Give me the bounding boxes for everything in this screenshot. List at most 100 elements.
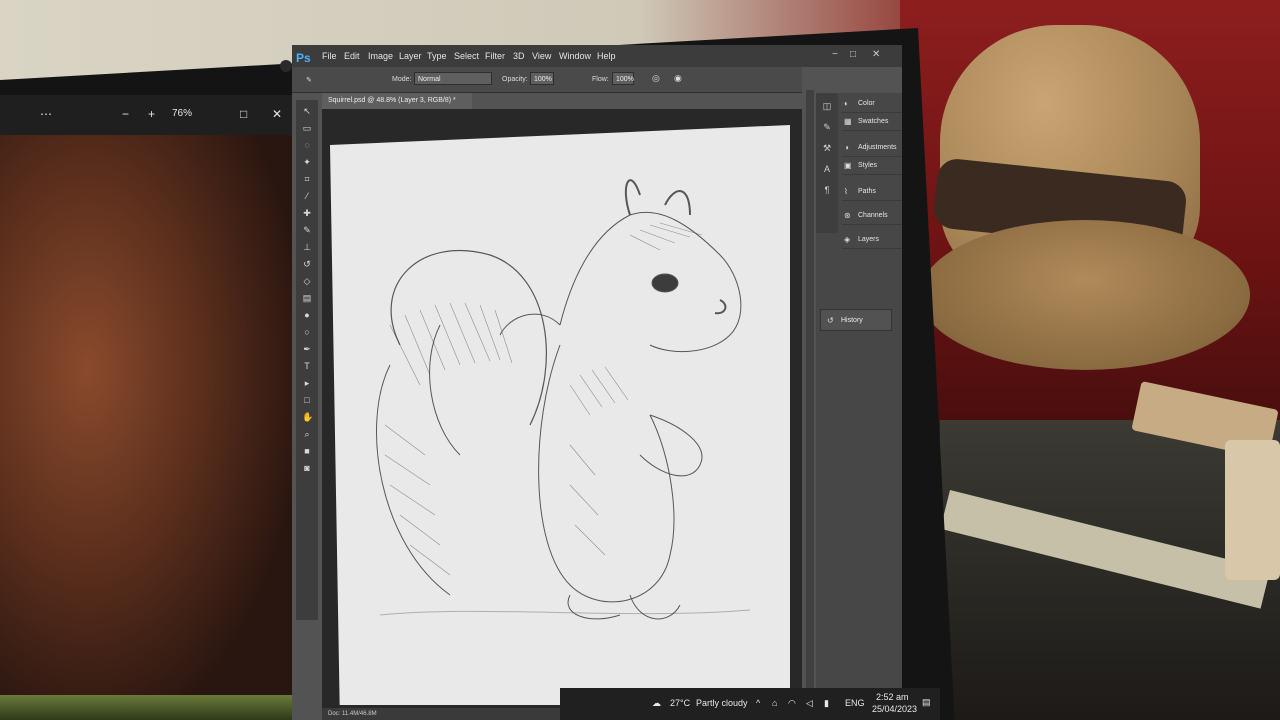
- network-icon[interactable]: ⌂: [772, 698, 777, 708]
- history-brush-icon[interactable]: ↺: [302, 259, 312, 269]
- eyedropper-icon[interactable]: ⁄: [302, 191, 312, 201]
- photoshop-logo: Ps: [296, 51, 311, 65]
- history-icon: ↺: [827, 316, 834, 325]
- battery-icon[interactable]: ▮: [824, 698, 829, 709]
- zoom-out-button[interactable]: −: [122, 107, 129, 121]
- panel-layers[interactable]: ◈ Layers: [842, 231, 902, 249]
- brush-preset-icon[interactable]: ✎: [306, 76, 312, 84]
- clock-date[interactable]: 25/04/2023: [872, 704, 917, 714]
- drawing-canvas[interactable]: [330, 125, 790, 705]
- weather-condition[interactable]: Partly cloudy: [696, 698, 748, 708]
- chevron-up-icon[interactable]: ^: [756, 698, 760, 708]
- panel-adjustments-label: Adjustments: [858, 144, 897, 151]
- menu-image[interactable]: Image: [368, 51, 393, 61]
- mode-dropdown[interactable]: Normal: [414, 72, 492, 85]
- vertical-scrollbar[interactable]: [806, 90, 814, 720]
- flow-field[interactable]: 100%: [612, 72, 634, 85]
- weather-icon: ☁: [652, 698, 661, 708]
- airbrush-icon[interactable]: ◎: [652, 73, 660, 84]
- quick-select-icon[interactable]: ✦: [302, 157, 312, 167]
- maximize-button[interactable]: □: [240, 107, 247, 121]
- menu-view[interactable]: View: [532, 51, 551, 61]
- marquee-tool-icon[interactable]: ▭: [302, 123, 312, 133]
- swatches-icon: ▦: [844, 117, 852, 126]
- panel-color[interactable]: ◐ Color: [842, 95, 902, 113]
- shape-tool-icon[interactable]: □: [302, 395, 312, 405]
- options-bar: ✎ Mode: Normal Opacity: 100% Flow: 100% …: [292, 67, 802, 93]
- crop-tool-icon[interactable]: ⌗: [302, 174, 312, 184]
- panel-layers-label: Layers: [858, 236, 880, 243]
- panel-channels[interactable]: ⊛ Channels: [842, 207, 902, 225]
- panel-styles-label: Styles: [858, 162, 878, 169]
- notification-icon[interactable]: ▤: [922, 697, 931, 708]
- pressure-icon[interactable]: ◉: [674, 73, 682, 84]
- zoom-level: 76%: [172, 108, 193, 119]
- more-options-button[interactable]: ⋯: [40, 107, 52, 121]
- panel-styles[interactable]: ▣ Styles: [842, 157, 902, 175]
- move-tool-icon[interactable]: ↖: [302, 106, 312, 116]
- clone-stamp-icon[interactable]: ⊥: [302, 242, 312, 252]
- panel-swatches-label: Swatches: [858, 118, 889, 125]
- tool-presets-icon[interactable]: ⚒: [822, 143, 832, 153]
- small-box: [1225, 440, 1280, 580]
- type-tool-icon[interactable]: T: [302, 361, 312, 371]
- minimize-icon[interactable]: −: [832, 49, 838, 60]
- character-icon[interactable]: A: [822, 164, 832, 174]
- zoom-tool-icon[interactable]: ⌕: [302, 429, 312, 439]
- menu-file[interactable]: File: [322, 51, 337, 61]
- squirrel-sketch: [376, 179, 751, 620]
- color-swatch-icon[interactable]: ■: [302, 446, 312, 456]
- healing-brush-icon[interactable]: ✚: [302, 208, 312, 218]
- mode-label: Mode:: [392, 76, 412, 83]
- menu-type[interactable]: Type: [427, 51, 447, 61]
- volume-icon[interactable]: ◁: [806, 698, 813, 709]
- color-icon: ◐: [844, 99, 849, 108]
- history-panel-icon[interactable]: ◫: [822, 101, 832, 111]
- opacity-label: Opacity:: [502, 76, 528, 83]
- close-icon[interactable]: ✕: [872, 49, 880, 60]
- language-indicator[interactable]: ENG: [845, 698, 865, 708]
- eraser-icon[interactable]: ◇: [302, 276, 312, 286]
- zoom-in-button[interactable]: +: [148, 107, 155, 121]
- blur-icon[interactable]: ●: [302, 310, 312, 320]
- panel-color-label: Color: [858, 100, 875, 107]
- lasso-tool-icon[interactable]: ◌: [302, 140, 312, 150]
- menu-select[interactable]: Select: [454, 51, 479, 61]
- quick-mask-icon[interactable]: ◙: [302, 463, 312, 473]
- panel-channels-label: Channels: [858, 212, 888, 219]
- menu-layer[interactable]: Layer: [399, 51, 422, 61]
- wifi-icon[interactable]: ◠: [788, 698, 796, 709]
- menu-3d[interactable]: 3D: [513, 51, 525, 61]
- photo-viewer-window: ⋯ − + 76% □ ✕: [0, 95, 292, 720]
- gradient-icon[interactable]: ▤: [302, 293, 312, 303]
- dodge-icon[interactable]: ○: [302, 327, 312, 337]
- flow-label: Flow:: [592, 76, 609, 83]
- adjustments-icon: ◑: [844, 143, 849, 152]
- hand-tool-icon[interactable]: ✋: [302, 412, 313, 422]
- panel-swatches[interactable]: ▦ Swatches: [842, 113, 902, 131]
- document-tab[interactable]: Squirrel.psd @ 48.8% (Layer 3, RGB/8) *: [322, 93, 472, 109]
- menu-window[interactable]: Window: [559, 51, 591, 61]
- brush-settings-icon[interactable]: ✎: [822, 122, 832, 132]
- panel-paths-label: Paths: [858, 188, 876, 195]
- clock-time[interactable]: 2:52 am: [876, 692, 909, 702]
- path-select-icon[interactable]: ▸: [302, 378, 312, 388]
- panel-adjustments[interactable]: ◑ Adjustments: [842, 139, 902, 157]
- maximize-icon[interactable]: □: [850, 49, 856, 60]
- paragraph-icon[interactable]: ¶: [822, 185, 832, 195]
- brush-tool-icon[interactable]: ✎: [302, 225, 312, 235]
- menu-filter[interactable]: Filter: [485, 51, 505, 61]
- opacity-field[interactable]: 100%: [530, 72, 554, 85]
- panel-paths[interactable]: ⌇ Paths: [842, 183, 902, 201]
- photoshop-window: Ps File Edit Image Layer Type Select Fil…: [292, 45, 902, 720]
- grass-foreground: [0, 695, 292, 720]
- temperature[interactable]: 27°C: [670, 698, 690, 708]
- menu-help[interactable]: Help: [597, 51, 616, 61]
- tools-panel: ↖ ▭ ◌ ✦ ⌗ ⁄ ✚ ✎ ⊥ ↺ ◇ ▤ ● ○ ✒ T ▸ □ ✋ ⌕ …: [296, 100, 318, 620]
- paths-icon: ⌇: [844, 187, 848, 196]
- close-button[interactable]: ✕: [272, 107, 282, 121]
- viewer-titlebar: ⋯ − + 76% □ ✕: [0, 95, 292, 135]
- history-panel-header[interactable]: ↺ History: [820, 309, 892, 331]
- pen-tool-icon[interactable]: ✒: [302, 344, 312, 354]
- menu-edit[interactable]: Edit: [344, 51, 360, 61]
